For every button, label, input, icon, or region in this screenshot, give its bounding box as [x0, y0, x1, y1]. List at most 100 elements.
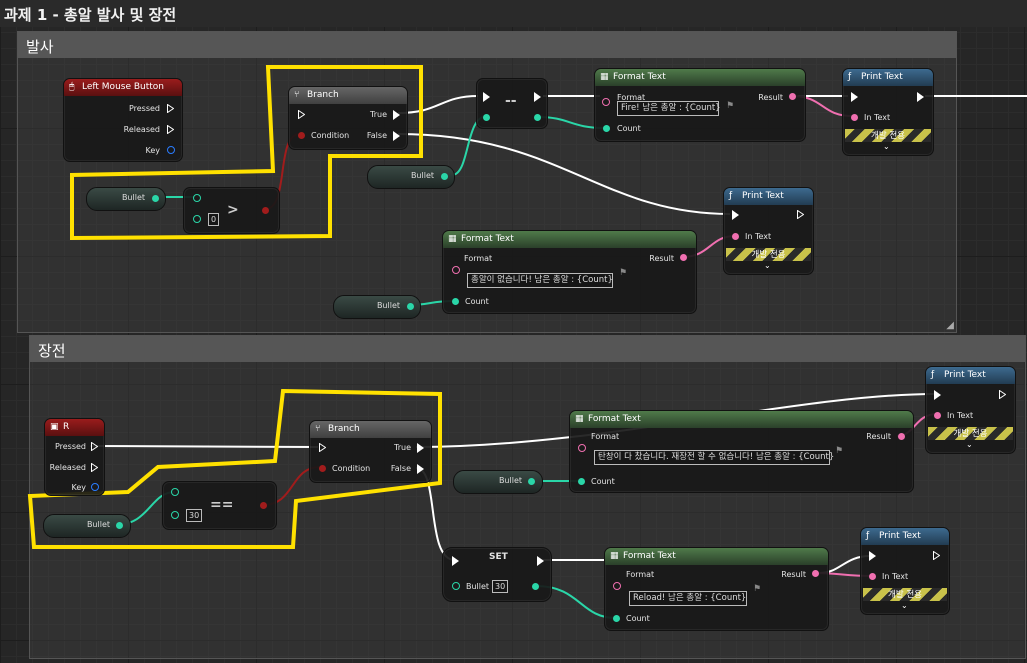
- int-pin-icon[interactable]: [603, 125, 610, 132]
- variable-get-bullet[interactable]: Bullet: [333, 295, 421, 319]
- set-value-input[interactable]: 30: [492, 580, 509, 593]
- text-pin-icon[interactable]: [812, 570, 819, 577]
- text-pin-icon[interactable]: [732, 233, 739, 240]
- format-text-node-reload[interactable]: ▦ Format Text Format Reload! 남은 총알 : {Cou…: [604, 547, 829, 631]
- int-pin-icon[interactable]: [171, 511, 179, 519]
- int-pin-icon[interactable]: [193, 194, 201, 202]
- equal-value-input[interactable]: 30: [186, 509, 203, 522]
- key-pin-icon[interactable]: [167, 146, 175, 154]
- int-pin-icon[interactable]: [483, 114, 490, 121]
- format-text-node-full[interactable]: ▦ Format Text Format 탄창이 다 찼습니다. 재장전 할 수 …: [569, 410, 914, 493]
- int-pin-icon[interactable]: [152, 195, 159, 202]
- int-pin-icon[interactable]: [534, 114, 541, 121]
- exec-pin-icon[interactable]: [934, 390, 941, 400]
- print-text-node-fire[interactable]: ƒ Print Text In Text 개발 전용 ⌄: [842, 68, 934, 156]
- int-pin-icon[interactable]: [407, 303, 414, 310]
- bool-pin-icon[interactable]: [319, 465, 326, 472]
- exec-pin-icon[interactable]: [393, 110, 400, 120]
- format-text-input[interactable]: Reload! 남은 총알 : {Count}: [629, 591, 747, 606]
- bool-pin-icon[interactable]: [298, 132, 305, 139]
- format-text-input[interactable]: 총알이 없습니다! 남은 총알 : {Count}: [467, 273, 613, 288]
- chevron-down-icon[interactable]: ⌄: [764, 261, 771, 270]
- exec-pin-icon[interactable]: [167, 125, 174, 134]
- exec-pin-icon[interactable]: [298, 110, 305, 119]
- chevron-down-icon[interactable]: ⌄: [901, 601, 908, 610]
- format-text-node-empty[interactable]: ▦ Format Text Format 총알이 없습니다! 남은 총알 : {C…: [442, 230, 697, 314]
- text-pin-icon[interactable]: [578, 444, 586, 452]
- flag-icon[interactable]: ⚑: [753, 584, 761, 594]
- int-pin-icon[interactable]: [193, 215, 201, 223]
- compare-value-input[interactable]: 0: [208, 213, 220, 226]
- int-pin-icon[interactable]: [171, 488, 179, 496]
- variable-get-bullet[interactable]: Bullet: [453, 470, 543, 494]
- exec-pin-icon[interactable]: [91, 463, 98, 472]
- exec-pin-icon[interactable]: [91, 442, 98, 451]
- exec-pin-icon[interactable]: [732, 210, 739, 220]
- comment-header[interactable]: 발사: [18, 32, 956, 58]
- exec-pin-icon[interactable]: [417, 443, 424, 453]
- compare-node-equal[interactable]: 30 ==: [162, 481, 277, 530]
- exec-pin-icon[interactable]: [417, 464, 424, 474]
- exec-pin-icon[interactable]: [319, 443, 326, 452]
- exec-pin-icon[interactable]: [797, 210, 804, 219]
- exec-pin-icon[interactable]: [851, 92, 858, 102]
- branch-node-reload[interactable]: ⑂ Branch Condition True False: [309, 420, 432, 483]
- text-pin-icon[interactable]: [898, 433, 905, 440]
- branch-node-fire[interactable]: ⑂ Branch Condition True False: [288, 86, 408, 150]
- set-node-bullet[interactable]: SET Bullet 30: [442, 547, 552, 602]
- flag-icon[interactable]: ⚑: [835, 446, 843, 456]
- variable-get-bullet[interactable]: Bullet: [367, 165, 455, 189]
- format-text-input[interactable]: 탄창이 다 찼습니다. 재장전 할 수 없습니다! 남은 총알 : {Count…: [594, 450, 834, 465]
- compare-node-greater[interactable]: 0 >: [183, 187, 280, 234]
- event-node-left-mouse-button[interactable]: 🖱 Left Mouse Button Pressed Released Key: [63, 78, 183, 162]
- key-pin-icon[interactable]: [91, 483, 99, 491]
- exec-pin-icon[interactable]: [869, 551, 876, 561]
- print-text-node-full[interactable]: ƒ Print Text In Text 개발 전용 ⌄: [925, 366, 1016, 454]
- text-pin-icon[interactable]: [680, 254, 687, 261]
- format-text-node-fire[interactable]: ▦ Format Text Format Fire! 남은 총알 : {Count…: [594, 68, 806, 142]
- text-pin-icon[interactable]: [613, 582, 621, 590]
- chevron-down-icon[interactable]: ⌄: [883, 142, 890, 151]
- exec-pin-icon[interactable]: [933, 551, 940, 560]
- chevron-down-icon[interactable]: ⌄: [966, 440, 973, 449]
- int-pin-icon[interactable]: [441, 173, 448, 180]
- pin-label-released: Released: [123, 125, 160, 134]
- variable-get-bullet[interactable]: Bullet: [86, 187, 166, 211]
- event-node-r[interactable]: ▣ R Pressed Released Key: [44, 418, 105, 496]
- exec-pin-icon[interactable]: [999, 390, 1006, 399]
- variable-get-bullet[interactable]: Bullet: [43, 514, 131, 538]
- text-pin-icon[interactable]: [789, 93, 796, 100]
- text-pin-icon[interactable]: [869, 573, 876, 580]
- exec-pin-icon[interactable]: [483, 92, 490, 102]
- exec-pin-icon[interactable]: [452, 556, 459, 566]
- bool-pin-icon[interactable]: [260, 502, 267, 509]
- comment-header[interactable]: 장전: [30, 336, 1025, 362]
- exec-pin-icon[interactable]: [534, 92, 541, 102]
- exec-pin-icon[interactable]: [393, 131, 400, 141]
- node-title: Print Text: [861, 72, 903, 82]
- text-pin-icon[interactable]: [934, 412, 941, 419]
- print-text-node-empty[interactable]: ƒ Print Text In Text 개발 전용 ⌄: [723, 187, 814, 275]
- resize-handle-icon[interactable]: ◢: [946, 320, 954, 331]
- int-pin-icon[interactable]: [452, 582, 460, 590]
- int-pin-icon[interactable]: [578, 478, 585, 485]
- print-text-node-reload[interactable]: ƒ Print Text In Text 개발 전용 ⌄: [860, 527, 950, 615]
- exec-pin-icon[interactable]: [917, 92, 924, 102]
- text-pin-icon[interactable]: [602, 98, 610, 106]
- exec-pin-icon[interactable]: [167, 104, 174, 113]
- text-pin-icon[interactable]: [452, 266, 460, 274]
- text-pin-icon[interactable]: [851, 114, 858, 121]
- int-pin-icon[interactable]: [452, 298, 459, 305]
- pin-label-true: True: [394, 443, 411, 452]
- int-pin-icon[interactable]: [613, 615, 620, 622]
- exec-pin-icon[interactable]: [537, 556, 544, 566]
- flag-icon[interactable]: ⚑: [619, 268, 627, 278]
- int-pin-icon[interactable]: [532, 583, 539, 590]
- bool-pin-icon[interactable]: [262, 207, 269, 214]
- int-pin-icon[interactable]: [116, 522, 123, 529]
- format-text-input[interactable]: Fire! 남은 총알 : {Count}: [617, 101, 721, 116]
- int-pin-icon[interactable]: [528, 478, 535, 485]
- flag-icon[interactable]: ⚑: [726, 101, 734, 111]
- node-title: Format Text: [461, 234, 514, 244]
- decrement-node[interactable]: --: [476, 78, 548, 129]
